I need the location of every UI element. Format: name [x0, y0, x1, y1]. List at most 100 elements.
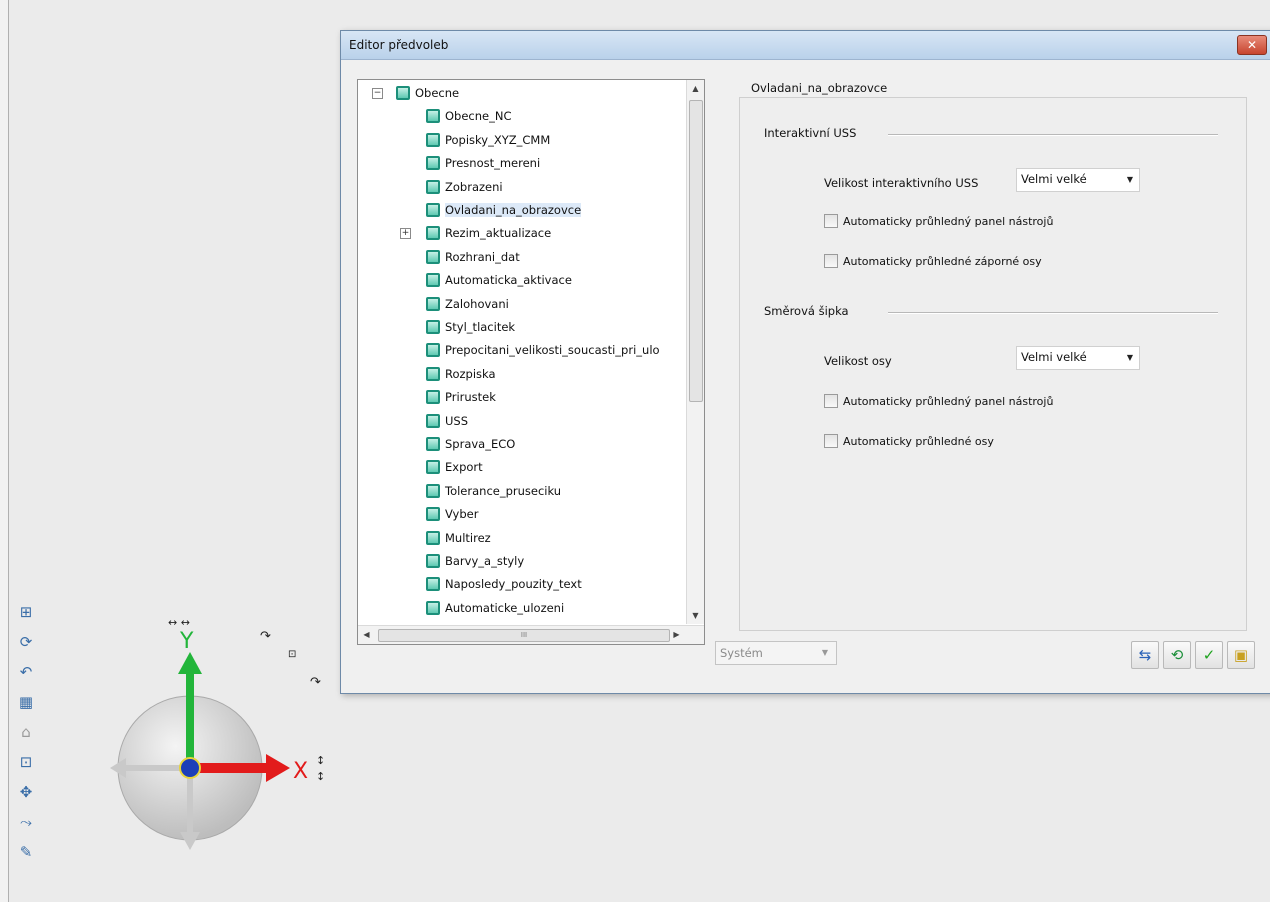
category-folder-icon: [426, 413, 440, 428]
category-folder-icon: [426, 530, 440, 545]
svg-text:↕: ↕: [316, 754, 325, 767]
tree-item-label: Barvy_a_styly: [445, 554, 525, 568]
tree-item-label: Naposledy_pouzity_text: [445, 577, 582, 592]
tree-vertical-scroll-thumb[interactable]: [689, 100, 703, 402]
collapse-icon[interactable]: −: [372, 88, 383, 99]
view-icon[interactable]: ⊞: [14, 600, 38, 624]
align-icon[interactable]: ⤳: [14, 810, 38, 834]
checkbox-label: Automaticky průhledný panel nástrojů: [843, 394, 1054, 408]
rotate-icon[interactable]: ⟳: [14, 630, 38, 654]
x-axis-move-handles[interactable]: ↕ ↕: [316, 754, 325, 783]
tree-item[interactable]: Rozhrani_dat: [426, 246, 520, 268]
panel-title: Ovladani_na_obrazovce: [751, 81, 888, 95]
tree-item-label: USS: [445, 413, 469, 428]
tree-item[interactable]: Zobrazeni: [426, 176, 503, 198]
category-folder-icon: [426, 460, 440, 475]
tree-item[interactable]: Tolerance_pruseciku: [426, 480, 561, 502]
svg-text:↷: ↷: [310, 675, 322, 690]
tree-item[interactable]: Barvy_a_styly: [426, 550, 524, 572]
tree-item[interactable]: Obecne_NC: [426, 105, 512, 127]
checkbox-box[interactable]: [824, 394, 838, 408]
tree-vertical-scrollbar[interactable]: ▲ ▼: [686, 80, 704, 624]
tree-item-label: Zobrazeni: [445, 179, 503, 194]
group-direction-arrow-label: Směrová šipka: [764, 304, 849, 318]
svg-text:↕: ↕: [316, 770, 325, 783]
preferences-tree[interactable]: Obecne − Obecne_NC Popisky_XYZ_CMM Presnost_…: [357, 79, 705, 645]
import-export-button[interactable]: ⇆: [1131, 641, 1159, 669]
category-folder-icon: [426, 249, 440, 264]
uss-size-select[interactable]: Velmi velké ▼: [1016, 168, 1140, 192]
tree-item[interactable]: Vyber: [426, 503, 478, 525]
expand-icon[interactable]: +: [400, 228, 411, 240]
transfer-icon: ⇆: [1138, 646, 1152, 664]
tree-item-label: Styl_tlacitek: [445, 320, 516, 334]
checkbox-box[interactable]: [824, 254, 838, 268]
y-axis-move-handles[interactable]: ↔ ↔: [168, 616, 190, 629]
tree-item[interactable]: Rozpiska: [426, 363, 496, 385]
tree-root-item[interactable]: Obecne: [396, 82, 459, 104]
scope-select[interactable]: Systém ▼: [715, 641, 837, 665]
tree-horizontal-scroll-thumb[interactable]: III: [378, 629, 670, 642]
category-folder-icon: [426, 437, 440, 451]
chevron-down-icon: ▼: [821, 648, 828, 657]
move-icon[interactable]: ✥: [14, 780, 38, 804]
axis-transparent-axes-checkbox[interactable]: Automaticky průhledné osy: [824, 434, 994, 448]
tree-item[interactable]: Presnost_mereni: [426, 152, 540, 174]
tree-item[interactable]: Rezim_aktualizace: [426, 222, 551, 244]
dialog-titlebar[interactable]: Editor předvoleb ✕: [341, 31, 1270, 60]
axis-size-label: Velikost osy: [824, 354, 892, 368]
scroll-right-arrow-icon[interactable]: ▶: [668, 626, 685, 644]
point-icon[interactable]: ✎: [14, 840, 38, 864]
tree-item[interactable]: Ovladani_na_obrazovce: [426, 199, 582, 221]
scroll-down-arrow-icon[interactable]: ▼: [687, 607, 704, 624]
tree-item[interactable]: Zalohovani: [426, 293, 509, 315]
triad-gizmo[interactable]: Y X ↔ ↔ ↷ ⊡ ↷ ↕ ↕: [100, 600, 360, 860]
checkbox-box[interactable]: [824, 214, 838, 228]
x-axis-label: X: [293, 759, 308, 784]
checkmark-icon: ✓: [1202, 646, 1216, 664]
tree-item-label: Ovladani_na_obrazovce: [445, 203, 582, 217]
svg-text:⊡: ⊡: [288, 649, 296, 660]
apply-button[interactable]: ⟲: [1163, 641, 1191, 669]
tree-horizontal-scrollbar[interactable]: ◀ III ▶: [358, 625, 704, 644]
scroll-left-arrow-icon[interactable]: ◀: [358, 626, 375, 644]
checkbox-label: Automaticky průhledné osy: [843, 434, 994, 448]
tree-item[interactable]: Styl_tlacitek: [426, 316, 515, 338]
tree-item-label: Automaticke_ulozeni: [445, 600, 565, 615]
tree-item[interactable]: Multirez: [426, 527, 491, 549]
scroll-up-arrow-icon[interactable]: ▲: [687, 80, 704, 97]
axis-size-select[interactable]: Velmi velké ▼: [1016, 346, 1140, 370]
undo-rotate-icon[interactable]: ↶: [14, 660, 38, 684]
tree-item[interactable]: Automaticke_ulozeni: [426, 597, 564, 619]
ok-button[interactable]: ✓: [1195, 641, 1223, 669]
checkbox-box[interactable]: [824, 434, 838, 448]
tree-item[interactable]: USS: [426, 410, 468, 432]
chevron-down-icon: ▼: [1126, 175, 1133, 184]
uss-transparent-negative-axes-checkbox[interactable]: Automaticky průhledné záporné osy: [824, 254, 1042, 268]
chevron-down-icon: ▼: [1126, 353, 1133, 362]
tree-item[interactable]: Prepocitani_velikosti_soucasti_pri_ulo: [426, 339, 660, 361]
tree-item[interactable]: Sprava_ECO: [426, 433, 515, 455]
tree-item[interactable]: Naposledy_pouzity_text: [426, 573, 582, 595]
category-folder-icon: [426, 366, 440, 381]
category-folder-icon: [426, 554, 440, 568]
close-button[interactable]: ✕: [1237, 35, 1267, 55]
tree-item[interactable]: Automaticka_aktivace: [426, 269, 572, 291]
tree-item-label: Tolerance_pruseciku: [445, 483, 562, 498]
tree-item[interactable]: Popisky_XYZ_CMM: [426, 129, 550, 151]
tree-item-label: Automaticka_aktivace: [445, 273, 572, 288]
lock-icon[interactable]: ⊡: [14, 750, 38, 774]
category-folder-icon: [426, 226, 440, 241]
triad-origin[interactable]: [179, 757, 201, 779]
tree-item-label: Zalohovani: [445, 296, 509, 311]
grid-icon[interactable]: ▦: [14, 690, 38, 714]
tree-item[interactable]: Prirustek: [426, 386, 496, 408]
tree-item-label: Vyber: [445, 507, 479, 522]
home-icon[interactable]: ⌂: [14, 720, 38, 744]
uss-transparent-toolbar-checkbox[interactable]: Automaticky průhledný panel nástrojů: [824, 214, 1053, 228]
category-folder-icon: [426, 600, 440, 615]
tree-item[interactable]: Export: [426, 456, 483, 478]
help-button[interactable]: ▣: [1227, 641, 1255, 669]
rotation-handles[interactable]: ↷ ⊡ ↷: [260, 629, 322, 690]
axis-transparent-toolbar-checkbox[interactable]: Automaticky průhledný panel nástrojů: [824, 394, 1053, 408]
